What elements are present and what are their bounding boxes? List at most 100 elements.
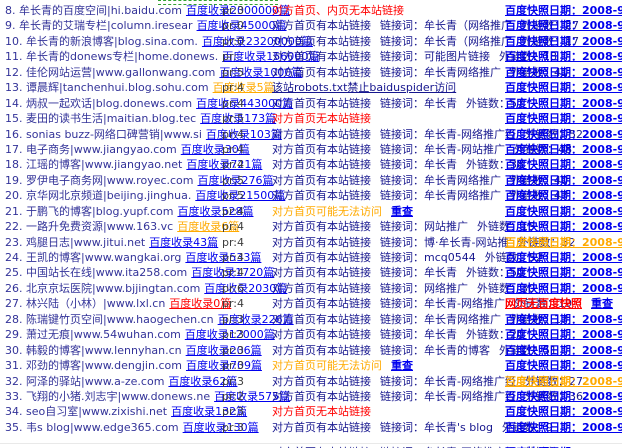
baidu-snapshot-link[interactable]: 百度快照日期：2008-9-14	[505, 97, 622, 110]
baidu-snapshot-link[interactable]: 百度快照日期：2008-9-14	[505, 328, 622, 341]
table-row: 19. 罗伊电子商务网|www.royec.com 百度收录276篇 pr:5 对…	[0, 173, 622, 188]
snapshot-cell: 百度快照日期：2008-9-4	[505, 235, 622, 250]
status-text: 对方首页有本站链接	[272, 50, 371, 64]
baidu-snapshot-link[interactable]: 百度快照日期：2008-9-9	[505, 128, 622, 141]
table-row: 34. seo自习室|www.zixishi.net 百度收录132篇 pr:3 …	[0, 404, 622, 419]
status-text: 对方首页有本站链接	[272, 312, 371, 326]
baidu-snapshot-link[interactable]: 百度快照日期：2008-9-14	[505, 282, 622, 295]
pagerank-value: pr:4	[222, 142, 245, 156]
link-status-cell: 该站robots.txt禁止baiduspider访问	[272, 80, 465, 95]
status-text: 对方首页有本站链接	[272, 158, 371, 172]
site-cell: 32. 阿泽的驿站|www.a-ze.com 百度收录62篇	[5, 374, 237, 389]
link-word: 链接词：牟长青	[380, 96, 457, 110]
status-text: 对方首页有本站链接	[272, 220, 371, 234]
baidu-snapshot-link[interactable]: 百度快照日期：2008-9-14	[505, 112, 622, 125]
site-label: 30. 韩毅的博客|www.lennyhan.cn	[5, 343, 182, 357]
status-text: 对方首页、内页无本站链接	[272, 4, 404, 17]
baidu-snapshot-link[interactable]: 百度快照日期：2008-9-12	[505, 158, 622, 171]
baidu-snapshot-link[interactable]: 百度快照日期：2008-9-14	[505, 220, 622, 233]
snapshot-cell: 百度快照日期：2008-9-14	[505, 142, 622, 157]
table-row: 11. 牟长青的donews专栏|home.donews. 百度收录156000篇…	[0, 49, 622, 64]
link-status-cell: 对方首页有本站链接 链接词：牟长青 外链数：38	[272, 157, 533, 172]
link-word: 链接词：牟长青-网络推广经	[380, 127, 516, 141]
link-word: 链接词：网站推广	[380, 220, 468, 234]
recheck-link[interactable]: 重查	[391, 359, 413, 372]
link-word: 链接词：牟长青	[380, 158, 457, 172]
pagerank-value: pr:3	[222, 4, 245, 17]
baidu-snapshot-link[interactable]: 百度快照日期：2008-9-14	[505, 390, 622, 403]
baidu-snapshot-link[interactable]: 百度快照日期：2008-9-10	[505, 81, 622, 94]
site-label: 15. 麦田的读书生活|maitian.blog.tec	[5, 112, 197, 126]
baidu-snapshot-link[interactable]: 百度快照日期：2008-9-14	[505, 174, 622, 187]
link-word: 链接词：牟长青-网络推广经	[380, 389, 516, 403]
pagerank-value: pr:4	[222, 81, 245, 95]
baidu-included-link[interactable]: 百度收录130篇	[183, 421, 259, 434]
baidu-snapshot-link[interactable]: 百度快照日期：2008-9-14	[505, 359, 622, 372]
baidu-snapshot-link[interactable]: 百度快照日期：2008-9-4	[505, 236, 622, 249]
baidu-snapshot-link[interactable]: 百度快照日期：2008-9-14	[505, 421, 622, 434]
baidu-snapshot-link[interactable]: 百度快照日期：2008-9-14	[505, 66, 622, 79]
site-label: 18. 江瑶的博客|www.jiangyao.net	[5, 158, 183, 172]
snapshot-cell: 百度快照日期：2008-9-14	[505, 420, 622, 435]
site-cell: 12. 佳伦网站运营|www.gallonwang.com 百度收录1000篇	[5, 65, 302, 80]
site-label: 22. 一路升免费资源|www.163.vc	[5, 220, 174, 234]
baidu-snapshot-link[interactable]: 百度快照日期：2008-9-11	[505, 266, 622, 279]
table-row: 17. 电子商务|www.jiangyao.com 百度收录30篇 pr:4 对方…	[0, 142, 622, 157]
site-label: 33. 飞翔的小猪.刘志宇|www.donews.ne	[5, 389, 211, 403]
pagerank-value: pr:5	[222, 189, 245, 203]
status-text: 对方首页有本站链接	[272, 297, 371, 311]
site-label: 28. 陈瑞键竹页空间|www.haogechen.cn	[5, 312, 214, 326]
snapshot-cell: 百度快照日期：2008-9-10	[505, 80, 622, 95]
table-row: 24. 王凯的博客|www.wangkai.org 百度收录533篇 pr:4 对…	[0, 250, 622, 265]
recheck-link[interactable]: 重查	[391, 205, 413, 218]
site-cell: 33. 飞翔的小猪.刘志宇|www.donews.ne 百度收录575篇	[5, 389, 290, 404]
link-word: 链接词：牟长青	[380, 266, 457, 280]
baidu-included-link[interactable]: 百度收录43篇	[149, 236, 218, 249]
site-cell: 10. 牟长青的新浪博客|blog.sina.com. 百度收录23200000篇	[5, 34, 313, 49]
link-word: 链接词：牟长青	[380, 328, 457, 342]
snapshot-cell: 百度快照日期：2008-9-14	[505, 250, 622, 265]
baidu-snapshot-link[interactable]: 百度快照日期：2008-9-14	[505, 205, 622, 218]
site-label: 34. seo自习室|www.zixishi.net	[5, 405, 168, 419]
table-row: 16. sonias buzz-网络口碑营销|www.si 百度收录103篇 pr…	[0, 127, 622, 142]
pagerank-value: pr:3	[222, 312, 245, 326]
link-word: 链接词：牟长青网络推广	[380, 312, 501, 326]
baidu-snapshot-link[interactable]: 百度快照日期：2008-9-14	[505, 405, 622, 418]
site-label: 20. 京华网北京频道|beijing.jinghua.	[5, 189, 192, 203]
table-row: 28. 陈瑞键竹页空间|www.haogechen.cn 百度收录226篇 pr:…	[0, 312, 622, 327]
status-text: 对方首页有本站链接	[272, 65, 371, 79]
baidu-snapshot-link[interactable]: 百度快照日期：2008-9-14	[505, 251, 622, 264]
table-row: 18. 江瑶的博客|www.jiangyao.net 百度收录721篇 pr:4 …	[0, 157, 622, 172]
site-cell: 9. 牟长青的艾瑞专栏|column.iresear 百度收录45000篇	[5, 18, 287, 33]
site-label: 26. 北京京坛医院|www.bjjingtan.com	[5, 281, 201, 295]
link-status-cell: 对方首页可能无法访问 重查	[272, 204, 422, 219]
robots-blocked-link[interactable]: 该站robots.txt禁止baiduspider访问	[272, 81, 456, 94]
status-text: 对方首页有本站链接	[272, 96, 371, 110]
baidu-snapshot-link[interactable]: 百度快照日期：2008-9-14	[505, 50, 622, 63]
snapshot-cell: 百度快照日期：2008-9-11	[505, 265, 622, 280]
baidu-snapshot-link[interactable]: 百度快照日期：2008-9-14	[505, 4, 622, 17]
table-row: 20. 京华网北京频道|beijing.jinghua. 百度收录21500篇 p…	[0, 188, 622, 203]
snapshot-cell: 百度快照日期：2008-9-14	[505, 327, 622, 342]
baidu-snapshot-link[interactable]: 百度快照日期：2008-9-14	[505, 19, 622, 32]
status-text: 对方首页可能无法访问	[272, 359, 382, 373]
link-word: 链接词：牟长青（网络推广	[380, 34, 512, 48]
site-label: 24. 王凯的博客|www.wangkai.org	[5, 251, 182, 264]
recheck-link[interactable]: 重查	[591, 297, 613, 310]
baidu-snapshot-link[interactable]: 百度快照日期：2008-9-14	[505, 143, 622, 156]
no-snapshot-link[interactable]: 网页无百度快照	[505, 297, 582, 310]
table-row: 36. pr: 对方首页有本站链接链接词：牟长青-网络推广经外链数： 百度快照日…	[0, 442, 622, 448]
site-label: 9. 牟长青的艾瑞专栏|column.iresear	[5, 19, 193, 33]
baidu-snapshot-link[interactable]: 百度快照日期：2008-9-14	[505, 189, 622, 202]
baidu-snapshot-link[interactable]: 百度快照日期：2008-9-2	[505, 375, 622, 388]
site-label: 16. sonias buzz-网络口碑营销|www.si	[5, 127, 202, 141]
link-check-results-page: 8. 牟长青的百度空间|hi.baidu.com 百度收录2000000篇 pr:…	[0, 0, 622, 448]
status-text: 对方首页有本站链接	[272, 328, 371, 342]
pagerank-value: pr:5	[222, 65, 245, 79]
link-word: 链接词：牟长青网络推广	[380, 65, 501, 79]
baidu-snapshot-link[interactable]: 百度快照日期：2008-9-14	[505, 35, 622, 48]
baidu-snapshot-link[interactable]: 百度快照日期：2008-9-14	[505, 344, 622, 357]
table-row: 21. 于鹏飞的博客|blog.yupf.com 百度收录528篇 pr:4 对方…	[0, 204, 622, 219]
pagerank-value: pr:5	[222, 173, 245, 187]
baidu-snapshot-link[interactable]: 百度快照日期：2008-9-13	[505, 313, 622, 326]
